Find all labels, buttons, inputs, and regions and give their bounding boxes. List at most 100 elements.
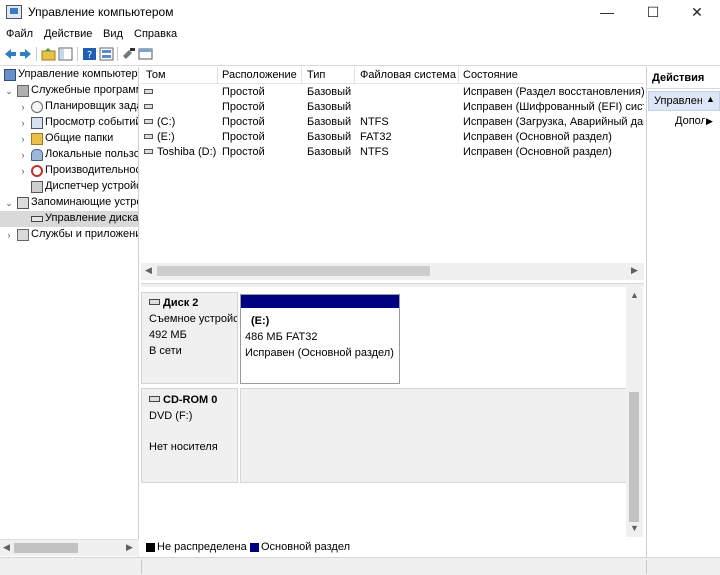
console-icon[interactable] (138, 47, 153, 61)
minimize-button[interactable]: — (584, 0, 630, 24)
computer-icon (4, 69, 16, 81)
volume-icon (144, 104, 153, 109)
scroll-thumb[interactable] (157, 266, 430, 276)
legend: Не распределена Основной раздел (141, 539, 644, 557)
expand-icon[interactable]: › (18, 117, 28, 129)
volume-list: Том Расположение Тип Файловая система Со… (141, 67, 644, 282)
menu-action[interactable]: Действие (44, 28, 92, 40)
menu-help[interactable]: Справка (134, 28, 177, 40)
expand-icon[interactable]: › (18, 133, 28, 145)
scroll-up-icon[interactable]: ▲ (630, 290, 639, 300)
expand-icon[interactable]: ⌄ (4, 197, 14, 209)
scroll-left-icon[interactable]: ◀ (145, 265, 152, 276)
disk-2-label[interactable]: Диск 2 Съемное устройство 492 МБ В сети (141, 292, 238, 384)
expand-icon[interactable]: › (4, 229, 14, 241)
tree-item-event-viewer[interactable]: › Просмотр событий (0, 115, 138, 131)
column-header-filesystem[interactable]: Файловая система (360, 69, 456, 81)
volume-icon (144, 134, 153, 139)
forward-arrow-icon[interactable] (18, 47, 33, 61)
expand-icon[interactable]: › (18, 149, 28, 161)
scroll-thumb[interactable] (14, 543, 78, 553)
scroll-down-icon[interactable]: ▼ (630, 523, 639, 533)
tree-item-shared-folders[interactable]: › Общие папки (0, 131, 138, 147)
computer-management-icon (6, 5, 22, 19)
menu-file[interactable]: Файл (6, 28, 33, 40)
back-arrow-icon[interactable] (3, 47, 18, 61)
collapse-icon[interactable]: ▲ (706, 94, 715, 104)
expand-icon[interactable]: › (18, 165, 28, 177)
maximize-button[interactable]: ☐ (630, 0, 676, 24)
device-manager-icon (31, 181, 43, 193)
table-row[interactable]: (E:) Простой Базовый FAT32 Исправен (Осн… (141, 130, 644, 145)
menu-bar: Файл Действие Вид Справка (0, 26, 720, 44)
table-row[interactable]: Toshiba (D:) Простой Базовый NTFS Исправ… (141, 145, 644, 160)
expand-icon[interactable]: ⌄ (4, 85, 14, 97)
help-icon[interactable]: ? (82, 47, 97, 61)
tree-item-storage[interactable]: ⌄ Запоминающие устройства (0, 195, 138, 211)
cdrom-0-area (240, 388, 627, 483)
actions-title: Действия (647, 69, 720, 89)
connect-icon[interactable] (121, 47, 136, 61)
toolbar: ? (0, 44, 720, 66)
console-tree-icon[interactable] (58, 47, 73, 61)
disk-graphical-view: Диск 2 Съемное устройство 492 МБ В сети … (141, 287, 644, 537)
disk-2-partitions: (E:) 486 МБ FAT32 Исправен (Основной раз… (240, 294, 400, 384)
primary-partition-bar (241, 295, 399, 308)
scroll-right-icon[interactable]: ▶ (126, 542, 133, 553)
volume-list-header: Том Расположение Тип Файловая система Со… (141, 67, 644, 84)
scroll-thumb[interactable] (629, 392, 639, 522)
cdrom-icon (149, 396, 160, 402)
window-title: Управление компьютером (28, 5, 174, 19)
services-icon (17, 229, 29, 241)
storage-icon (17, 197, 29, 209)
event-viewer-icon (31, 117, 43, 129)
disk-view-vertical-scrollbar[interactable]: ▲ ▼ (626, 287, 643, 537)
menu-view[interactable]: Вид (103, 28, 123, 40)
actions-section-disk-management[interactable]: Управление дисками ▲ (648, 91, 720, 111)
column-header-volume[interactable]: Том (146, 69, 166, 81)
clock-icon (31, 101, 43, 113)
tree-item-services[interactable]: › Службы и приложения (0, 227, 138, 243)
tree-item-device-manager[interactable]: Диспетчер устройств (0, 179, 138, 195)
column-header-type[interactable]: Тип (307, 69, 325, 81)
status-bar (0, 557, 720, 575)
disk-icon (149, 299, 160, 305)
tree-item-system-tools[interactable]: ⌄ Служебные программы (0, 83, 138, 99)
table-row[interactable]: Простой Базовый Исправен (Шифрованный (E… (141, 100, 644, 115)
volume-icon (144, 89, 153, 94)
table-row[interactable]: (C:) Простой Базовый NTFS Исправен (Загр… (141, 115, 644, 130)
column-header-status[interactable]: Состояние (463, 69, 518, 81)
tree-item-task-scheduler[interactable]: › Планировщик заданий (0, 99, 138, 115)
title-bar: Управление компьютером — ☐ ✕ (0, 0, 720, 26)
svg-text:?: ? (87, 50, 92, 61)
actions-pane: Действия Управление дисками ▲ Дополнител… (646, 67, 720, 557)
console-tree: Управление компьютером (локальным) ⌄ Слу… (0, 67, 139, 557)
tools-icon (17, 85, 29, 97)
primary-partition-swatch (250, 543, 259, 552)
submenu-arrow-icon[interactable]: ▶ (706, 116, 713, 127)
tree-item-performance[interactable]: › Производительность (0, 163, 138, 179)
scroll-left-icon[interactable]: ◀ (3, 542, 10, 553)
volume-icon (144, 119, 153, 124)
tree-item-disk-management[interactable]: Управление дисками (0, 211, 138, 227)
unallocated-swatch (146, 543, 155, 552)
table-row[interactable]: Простой Базовый Исправен (Раздел восстан… (141, 85, 644, 100)
users-icon (31, 149, 43, 161)
properties-icon[interactable] (99, 47, 114, 61)
performance-icon (31, 165, 43, 177)
tree-item-computer-management[interactable]: Управление компьютером (локальным) (0, 67, 138, 83)
volume-list-horizontal-scrollbar[interactable]: ◀ ▶ (141, 263, 644, 280)
more-actions-link[interactable]: Дополнительные действия (675, 115, 705, 127)
cdrom-0-label[interactable]: CD-ROM 0 DVD (F:) Нет носителя (141, 388, 238, 483)
shared-folder-icon (31, 133, 43, 145)
volume-icon (144, 149, 153, 154)
scroll-right-icon[interactable]: ▶ (631, 265, 638, 276)
tree-item-local-users[interactable]: › Локальные пользователи (0, 147, 138, 163)
expand-icon[interactable]: › (18, 101, 28, 113)
tree-horizontal-scrollbar[interactable]: ◀ ▶ (0, 539, 139, 556)
disk-management-icon (31, 216, 43, 222)
up-folder-icon[interactable] (41, 47, 56, 61)
partition-e[interactable]: (E:) 486 МБ FAT32 Исправен (Основной раз… (240, 294, 400, 384)
column-header-layout[interactable]: Расположение (222, 69, 297, 81)
close-button[interactable]: ✕ (674, 0, 720, 24)
